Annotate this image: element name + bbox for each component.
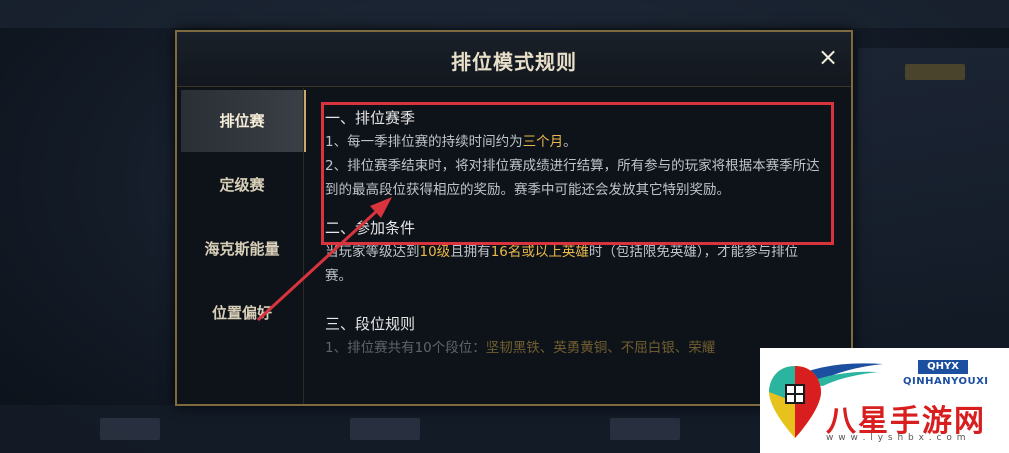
watermark-url: w w w . l y s h b x . c o m xyxy=(826,433,967,443)
watermark-english: QINHANYOUXI xyxy=(903,376,989,387)
watermark-pin-icon xyxy=(769,366,821,438)
watermark-badge: QHYX xyxy=(918,360,968,374)
